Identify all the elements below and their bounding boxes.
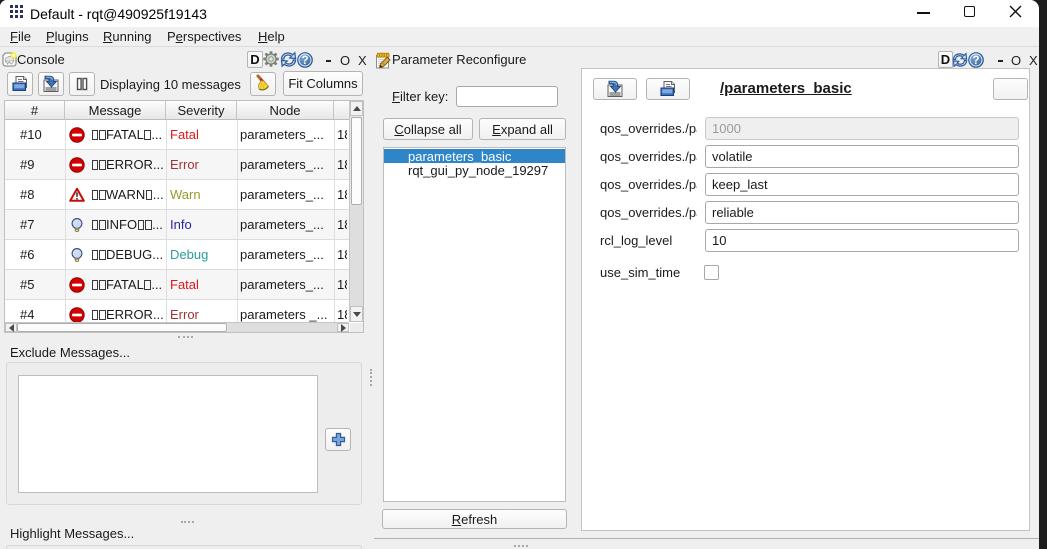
svg-text:?: ?	[301, 55, 308, 67]
svg-text:?: ?	[972, 55, 979, 67]
